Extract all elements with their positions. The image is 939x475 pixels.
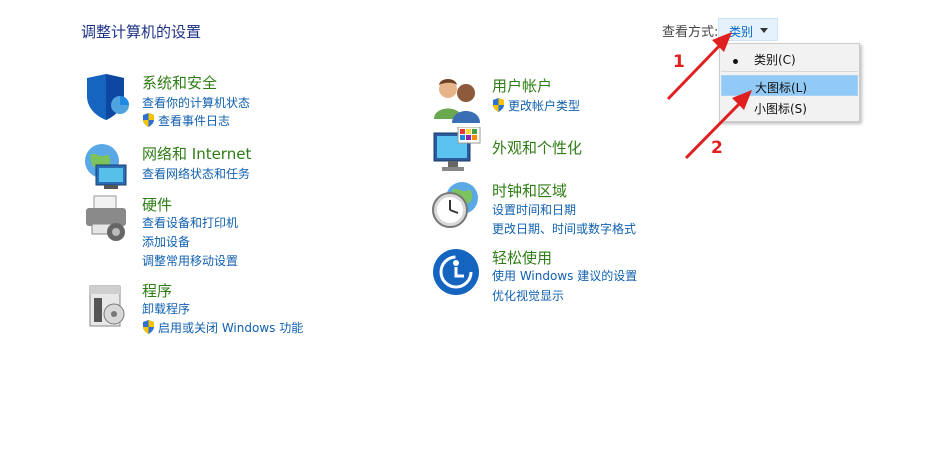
menu-separator (721, 71, 858, 72)
clock-globe-icon[interactable] (432, 180, 482, 230)
menu-item-label: 小图标(S) (754, 102, 807, 116)
selected-bullet-icon (733, 59, 738, 64)
link-uninstall-program[interactable]: 卸载程序 (142, 300, 190, 317)
category-title[interactable]: 程序 (142, 280, 172, 301)
menu-item-label: 大图标(L) (755, 81, 808, 95)
link-label: 更改帐户类型 (508, 99, 581, 113)
category-appearance: 外观和个性化 (432, 127, 692, 177)
printer-icon[interactable] (82, 194, 132, 244)
uac-shield-icon (143, 320, 154, 334)
chevron-down-icon (760, 28, 768, 33)
link-mobility-settings[interactable]: 调整常用移动设置 (142, 252, 238, 269)
link-devices-printers[interactable]: 查看设备和打印机 (142, 214, 238, 231)
view-by-dropdown[interactable]: 类别 (718, 18, 778, 41)
annotation-number-2: 2 (711, 138, 723, 158)
category-title[interactable]: 用户帐户 (492, 75, 552, 96)
menu-item-small-icons[interactable]: 小图标(S) (721, 97, 858, 118)
annotation-number-1: 1 (673, 52, 685, 72)
menu-item-category[interactable]: 类别(C) (721, 48, 858, 69)
link-view-network-status[interactable]: 查看网络状态和任务 (142, 165, 250, 182)
view-by-menu: 类别(C) 大图标(L) 小图标(S) (719, 43, 860, 122)
category-title[interactable]: 轻松使用 (492, 247, 552, 268)
category-ease-of-access: 轻松使用 使用 Windows 建议的设置 优化视觉显示 (432, 247, 692, 304)
category-clock-region: 时钟和区域 设置时间和日期 更改日期、时间或数字格式 (432, 180, 692, 240)
category-title[interactable]: 系统和安全 (142, 72, 217, 93)
category-title[interactable]: 时钟和区域 (492, 180, 567, 201)
link-optimize-visual-display[interactable]: 优化视觉显示 (492, 287, 564, 304)
page-title: 调整计算机的设置 (81, 23, 202, 41)
shield-icon[interactable] (82, 72, 132, 122)
uac-shield-icon (143, 113, 154, 127)
network-globe-icon[interactable] (82, 143, 132, 193)
ease-of-access-icon[interactable] (432, 247, 482, 297)
menu-item-label: 类别(C) (754, 53, 796, 67)
link-label: 启用或关闭 Windows 功能 (158, 321, 304, 335)
category-title[interactable]: 硬件 (142, 194, 172, 215)
link-label: 查看事件日志 (158, 114, 231, 128)
link-view-event-log[interactable]: 查看事件日志 (142, 112, 230, 129)
programs-box-icon[interactable] (82, 280, 132, 330)
menu-item-large-icons[interactable]: 大图标(L) (721, 75, 858, 96)
users-icon[interactable] (432, 75, 482, 125)
link-windows-features[interactable]: 启用或关闭 Windows 功能 (142, 319, 303, 336)
view-by-selected: 类别 (729, 25, 754, 39)
view-by-label: 查看方式: (662, 25, 719, 40)
link-windows-suggested-settings[interactable]: 使用 Windows 建议的设置 (492, 267, 637, 284)
uac-shield-icon (493, 98, 504, 112)
link-view-computer-status[interactable]: 查看你的计算机状态 (142, 94, 250, 111)
monitor-palette-icon[interactable] (432, 127, 482, 177)
category-programs: 程序 卸载程序 启用或关闭 Windows 功能 (82, 280, 382, 335)
link-add-device[interactable]: 添加设备 (142, 233, 190, 250)
category-system-security: 系统和安全 查看你的计算机状态 查看事件日志 (82, 72, 382, 132)
category-user-accounts: 用户帐户 更改帐户类型 (432, 75, 692, 123)
category-title[interactable]: 网络和 Internet (142, 143, 251, 164)
category-hardware: 硬件 查看设备和打印机 添加设备 调整常用移动设置 (82, 194, 382, 269)
category-title[interactable]: 外观和个性化 (492, 137, 582, 158)
link-change-account-type[interactable]: 更改帐户类型 (492, 97, 580, 114)
category-network-internet: 网络和 Internet 查看网络状态和任务 (82, 143, 382, 193)
link-set-date-time[interactable]: 设置时间和日期 (492, 201, 576, 218)
link-change-formats[interactable]: 更改日期、时间或数字格式 (492, 220, 636, 237)
